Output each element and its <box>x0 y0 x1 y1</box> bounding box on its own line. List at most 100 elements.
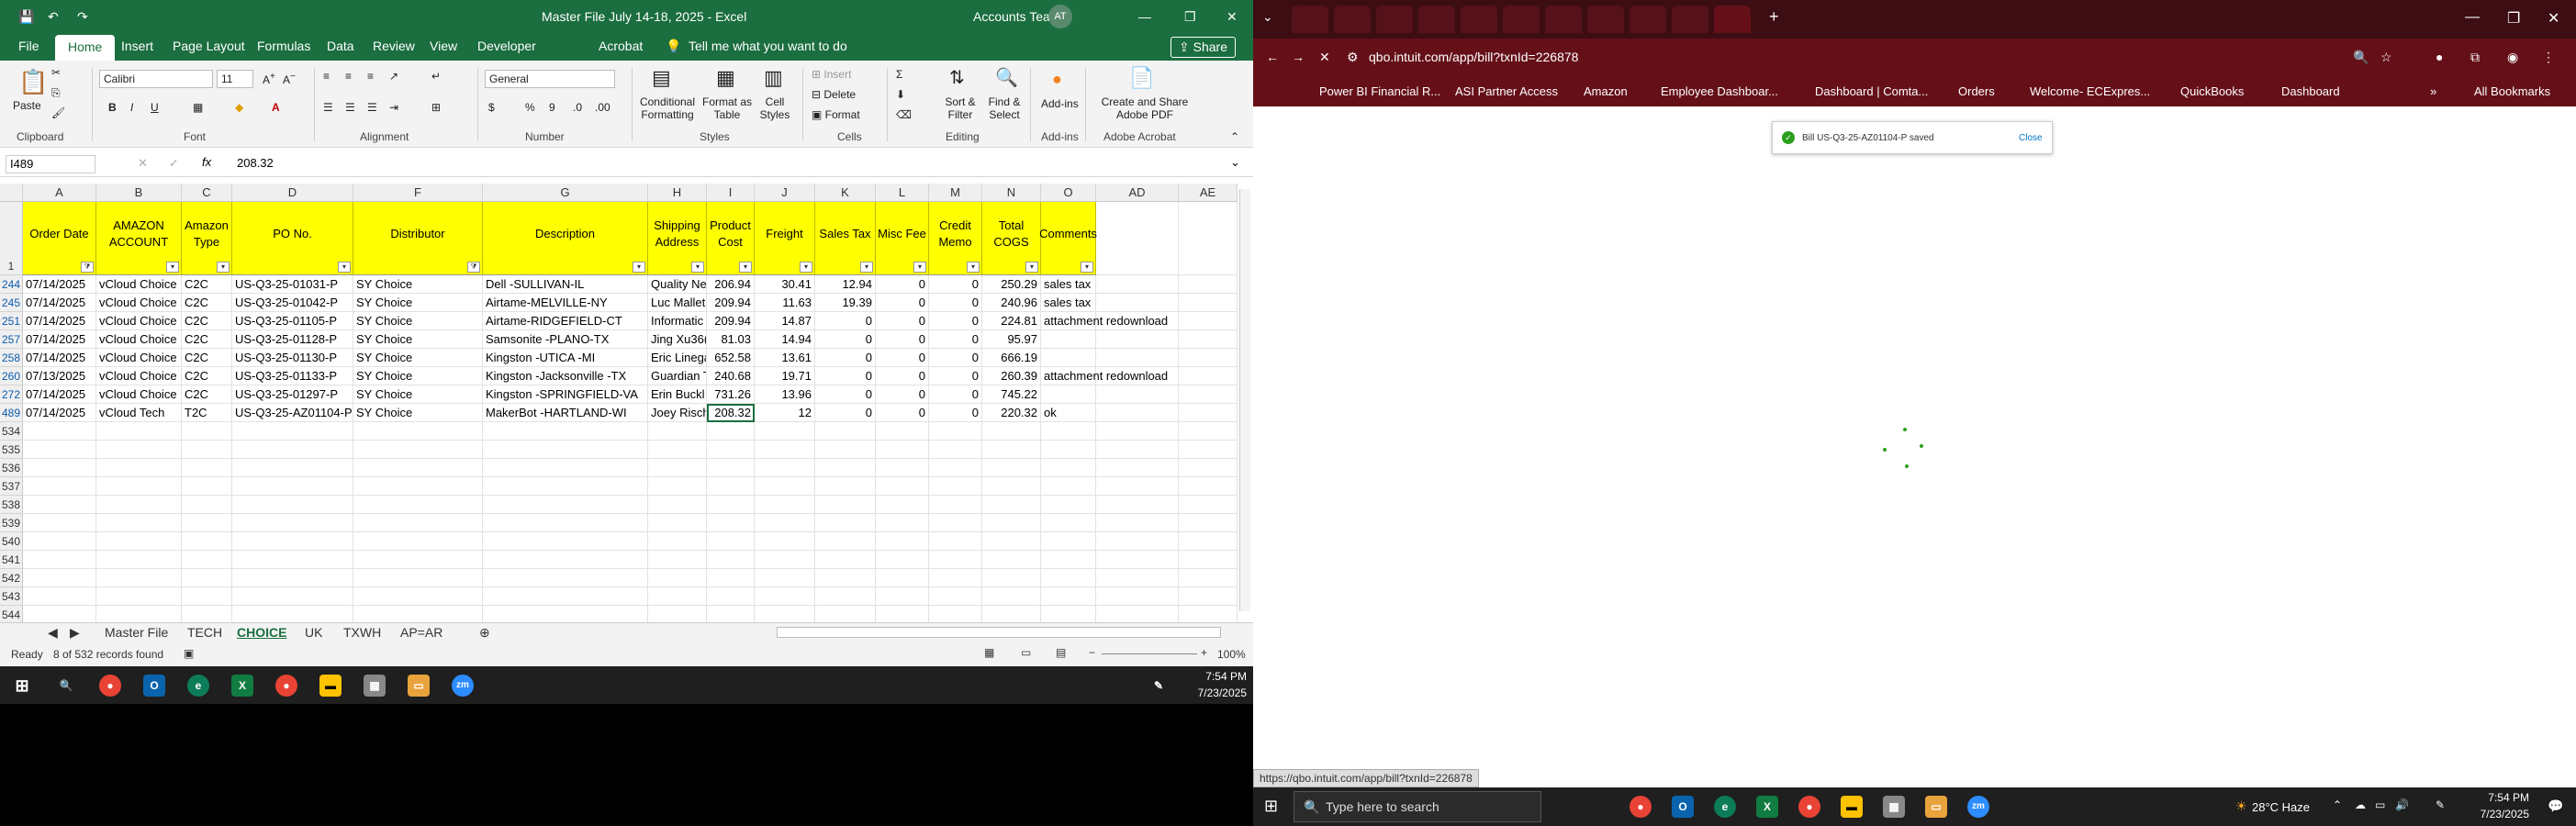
table-cell[interactable] <box>707 606 755 624</box>
bookmark-quickbooks[interactable]: QuickBooks <box>2180 84 2244 98</box>
table-cell[interactable] <box>755 606 815 624</box>
cell[interactable] <box>1179 202 1238 275</box>
table-cell[interactable] <box>232 587 353 606</box>
sort-filter-icon[interactable]: ⇅ <box>949 66 965 89</box>
header-cell[interactable]: AMAZON ACCOUNT ▾ <box>96 202 182 275</box>
table-cell[interactable] <box>1041 459 1096 477</box>
table-cell[interactable]: C2C <box>182 385 232 404</box>
table-cell[interactable]: 12 <box>755 404 815 422</box>
filter-dropdown-icon[interactable]: ▾ <box>633 262 645 273</box>
zoom-slider[interactable] <box>1102 653 1197 654</box>
align-top-icon[interactable]: ≡ <box>323 70 330 83</box>
table-cell[interactable] <box>483 422 648 441</box>
column-header[interactable]: K <box>815 184 876 202</box>
table-cell[interactable] <box>1179 496 1238 514</box>
table-cell[interactable] <box>1041 569 1096 587</box>
create-share-pdf-button[interactable]: Create and Share Adobe PDF <box>1094 95 1195 121</box>
row-header[interactable]: 535 <box>0 441 23 459</box>
table-cell[interactable] <box>96 551 182 569</box>
table-cell[interactable] <box>755 551 815 569</box>
table-cell[interactable] <box>483 532 648 551</box>
table-cell[interactable] <box>929 514 982 532</box>
format-as-table-button[interactable]: Format as Table <box>701 95 753 121</box>
table-cell[interactable] <box>353 514 483 532</box>
bookmark-amazon[interactable]: Amazon <box>1584 84 1628 98</box>
align-right-icon[interactable]: ☰ <box>367 101 377 114</box>
table-cell[interactable]: 07/14/2025 <box>23 330 96 349</box>
table-cell[interactable]: Joey Risch <box>648 404 707 422</box>
sheet-tab-master-file[interactable]: Master File <box>105 625 168 640</box>
volume-icon[interactable]: 🔊 <box>2395 798 2409 811</box>
table-cell[interactable]: 209.94 <box>707 312 755 330</box>
wrap-text-icon[interactable]: ↵ <box>431 70 441 83</box>
table-cell[interactable] <box>707 459 755 477</box>
table-cell[interactable]: US-Q3-25-01031-P <box>232 275 353 294</box>
table-cell[interactable]: 0 <box>876 385 929 404</box>
table-cell[interactable] <box>232 569 353 587</box>
table-cell[interactable] <box>1096 385 1179 404</box>
tab-developer[interactable]: Developer <box>477 39 536 53</box>
table-cell[interactable] <box>23 569 96 587</box>
table-cell[interactable] <box>1041 477 1096 496</box>
bookmark-ecexpress[interactable]: Welcome- ECExpres... <box>2030 84 2150 98</box>
table-cell[interactable] <box>483 551 648 569</box>
outlook-taskbar-icon[interactable]: O <box>1672 796 1694 818</box>
font-size-select[interactable]: 11 <box>217 70 253 88</box>
table-cell[interactable] <box>1096 349 1179 367</box>
copy-icon[interactable]: ⎘ <box>51 86 61 100</box>
chrome-tab-6[interactable] <box>1503 6 1540 33</box>
table-cell[interactable]: 07/13/2025 <box>23 367 96 385</box>
cut-icon[interactable]: ✂ <box>51 66 61 79</box>
zoom-in-icon[interactable]: + <box>1201 646 1207 659</box>
table-cell[interactable]: 745.22 <box>982 385 1041 404</box>
tab-page-layout[interactable]: Page Layout <box>173 39 245 53</box>
table-cell[interactable]: 0 <box>815 312 876 330</box>
start-icon[interactable]: ⊞ <box>1264 797 1278 816</box>
table-cell[interactable]: 30.41 <box>755 275 815 294</box>
decrease-decimal-icon[interactable]: .00 <box>595 101 610 114</box>
table-cell[interactable]: SY Choice <box>353 312 483 330</box>
undo-icon[interactable]: ↶ <box>48 9 59 25</box>
table-cell[interactable]: ok <box>1041 404 1096 422</box>
column-header[interactable]: I <box>707 184 755 202</box>
table-cell[interactable] <box>353 587 483 606</box>
tray-chevron-icon[interactable]: ⌃ <box>2333 798 2342 811</box>
extensions-icon[interactable]: ⧉ <box>2470 50 2480 65</box>
normal-view-icon[interactable]: ▦ <box>984 646 994 659</box>
table-cell[interactable] <box>353 569 483 587</box>
zoom-level[interactable]: 100% <box>1217 648 1246 661</box>
format-painter-icon[interactable]: 🖌 <box>51 106 65 119</box>
row-header[interactable]: 489 <box>0 404 23 422</box>
table-cell[interactable]: 07/14/2025 <box>23 294 96 312</box>
table-cell[interactable] <box>982 606 1041 624</box>
table-cell[interactable] <box>353 441 483 459</box>
chrome-restore-icon[interactable]: ❐ <box>2507 9 2520 28</box>
orientation-icon[interactable]: ↗ <box>389 70 398 83</box>
font-color-icon[interactable]: A <box>272 101 280 114</box>
header-cell[interactable]: Amazon Type ▾ <box>182 202 232 275</box>
table-cell[interactable] <box>483 441 648 459</box>
row-header[interactable]: 539 <box>0 514 23 532</box>
table-cell[interactable] <box>483 477 648 496</box>
fill-icon[interactable]: ⬇ <box>896 88 905 101</box>
table-cell[interactable] <box>182 606 232 624</box>
cloud-icon[interactable]: ☁ <box>2355 798 2366 811</box>
find-select-button[interactable]: Find & Select <box>984 95 1025 121</box>
table-cell[interactable] <box>876 459 929 477</box>
table-cell[interactable] <box>483 606 648 624</box>
table-cell[interactable] <box>353 606 483 624</box>
table-cell[interactable] <box>1041 422 1096 441</box>
table-cell[interactable] <box>755 441 815 459</box>
adobe-pdf-icon[interactable]: 📄 <box>1129 66 1154 90</box>
excel-taskbar-icon[interactable]: X <box>1756 796 1778 818</box>
bookmark-dashboard-comta[interactable]: Dashboard | Comta... <box>1815 84 1928 98</box>
network-icon[interactable]: ▭ <box>2375 798 2385 811</box>
table-cell[interactable] <box>815 441 876 459</box>
table-cell[interactable] <box>648 441 707 459</box>
chrome-taskbar-icon-2[interactable]: ● <box>1798 796 1820 818</box>
account-icon[interactable]: ◉ <box>2507 50 2518 65</box>
table-cell[interactable]: 0 <box>929 367 982 385</box>
decrease-font-icon[interactable]: A− <box>283 72 296 86</box>
table-cell[interactable] <box>1041 441 1096 459</box>
row-header[interactable]: 540 <box>0 532 23 551</box>
